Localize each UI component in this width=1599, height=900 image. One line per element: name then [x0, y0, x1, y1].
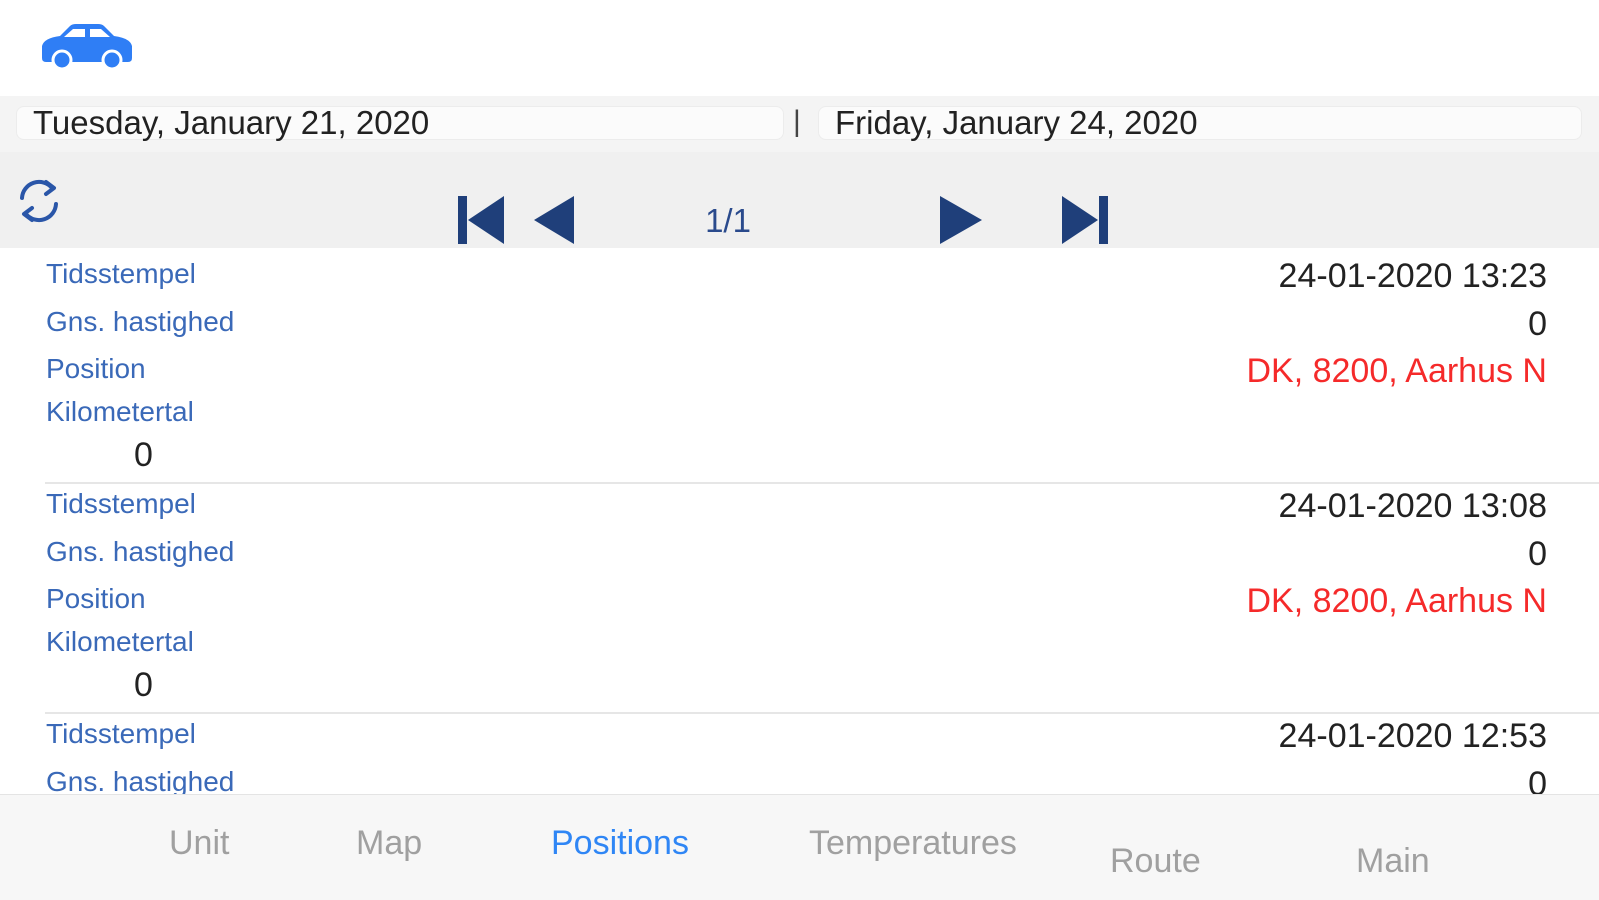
timestamp-value: 24-01-2020 13:23 [1278, 257, 1547, 295]
car-icon [42, 24, 132, 70]
timestamp-value: 24-01-2020 13:08 [1278, 487, 1547, 525]
date-to-field[interactable]: Friday, January 24, 2020 [818, 106, 1582, 140]
tab-map[interactable]: Map [356, 823, 422, 863]
timestamp-label: Tidsstempel [46, 718, 196, 749]
list-item[interactable]: Tidsstempel 24-01-2020 13:08 Gns. hastig… [0, 478, 1599, 714]
previous-icon[interactable] [530, 194, 582, 246]
list-item[interactable]: Tidsstempel 24-01-2020 12:53 Gns. hastig… [0, 708, 1599, 794]
timestamp-value: 24-01-2020 12:53 [1278, 717, 1547, 755]
speed-label: Gns. hastighed [46, 766, 235, 794]
list-item[interactable]: Tidsstempel 24-01-2020 13:23 Gns. hastig… [0, 248, 1599, 484]
tab-main[interactable]: Main [1356, 841, 1430, 881]
timestamp-label: Tidsstempel [46, 258, 196, 289]
next-icon[interactable] [938, 194, 990, 246]
tab-temperatures[interactable]: Temperatures [809, 823, 1017, 863]
refresh-icon[interactable] [12, 174, 66, 228]
odometer-value: 0 [134, 666, 153, 704]
position-value: DK, 8200, Aarhus N [1246, 352, 1547, 390]
speed-label: Gns. hastighed [46, 306, 235, 337]
speed-value: 0 [1528, 535, 1547, 573]
date-from-field[interactable]: Tuesday, January 21, 2020 [16, 106, 784, 140]
tab-bar: Unit Map Positions Temperatures Route Ma… [0, 794, 1599, 900]
pagination-toolbar: 1/1 [0, 152, 1599, 248]
tab-route[interactable]: Route [1110, 841, 1201, 881]
odometer-value: 0 [134, 436, 153, 474]
positions-list[interactable]: Tidsstempel 24-01-2020 13:23 Gns. hastig… [0, 248, 1599, 794]
app-header [0, 0, 1599, 96]
page-indicator: 1/1 [705, 202, 751, 239]
tab-positions[interactable]: Positions [551, 823, 689, 863]
odometer-label: Kilometertal [46, 626, 194, 657]
date-range-bar: Tuesday, January 21, 2020 | Friday, Janu… [0, 96, 1599, 152]
position-label: Position [46, 583, 146, 614]
skip-last-icon[interactable] [1060, 194, 1112, 246]
speed-value: 0 [1528, 765, 1547, 794]
speed-value: 0 [1528, 305, 1547, 343]
timestamp-label: Tidsstempel [46, 488, 196, 519]
odometer-label: Kilometertal [46, 396, 194, 427]
speed-label: Gns. hastighed [46, 536, 235, 567]
position-label: Position [46, 353, 146, 384]
date-separator: | [793, 105, 801, 138]
skip-first-icon[interactable] [458, 194, 510, 246]
tab-unit[interactable]: Unit [169, 823, 229, 863]
position-value: DK, 8200, Aarhus N [1246, 582, 1547, 620]
